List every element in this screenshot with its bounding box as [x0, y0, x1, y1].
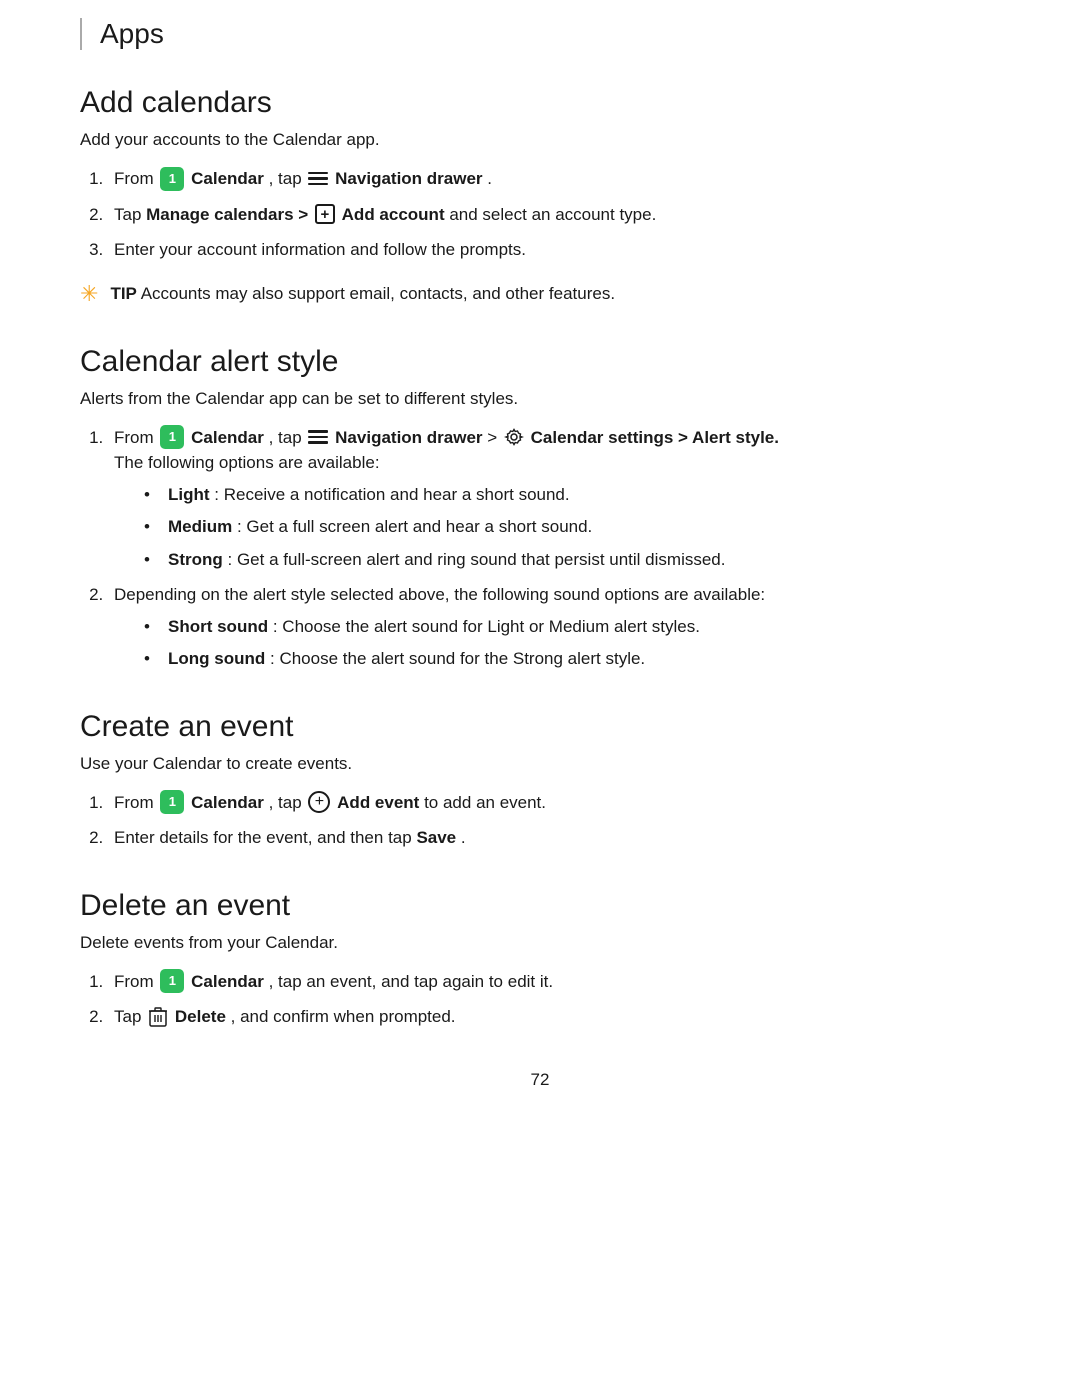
step-text: .: [461, 828, 466, 847]
step-text: , tap: [269, 169, 307, 188]
nav-drawer-label: Navigation drawer: [335, 169, 482, 188]
bullet-bold: Light: [168, 485, 210, 504]
bullet-text: : Receive a notification and hear a shor…: [214, 485, 569, 504]
calendar-icon-3: 1: [160, 790, 184, 814]
step-add-cal-1: From 1 Calendar , tap Navigation drawer …: [108, 166, 1000, 192]
step-alert-1: From 1 Calendar , tap Navigation drawer …: [108, 425, 1000, 573]
bullet-strong: Strong : Get a full-screen alert and rin…: [162, 547, 1000, 573]
tip-block: ✳ TIP Accounts may also support email, c…: [80, 281, 1000, 307]
nav-drawer-label-2: Navigation drawer: [335, 428, 482, 447]
tip-content-text: Accounts may also support email, contact…: [141, 284, 615, 303]
calendar-label-4: Calendar: [191, 972, 264, 991]
steps-add-calendars: From 1 Calendar , tap Navigation drawer …: [80, 166, 1000, 263]
section-title-add-calendars: Add calendars: [80, 86, 1000, 120]
alert-style-bullets: Light : Receive a notification and hear …: [114, 482, 1000, 573]
add-event-label: Add event: [337, 793, 419, 812]
step-text: to add an event.: [424, 793, 546, 812]
step-text: From: [114, 972, 158, 991]
bullet-text: : Choose the alert sound for the Strong …: [270, 649, 645, 668]
step-text: >: [487, 428, 502, 447]
page-title: Apps: [100, 18, 164, 49]
tip-label: TIP: [110, 284, 136, 303]
step-text: , tap: [269, 428, 307, 447]
nav-drawer-icon-2: [308, 429, 328, 445]
step-text: Tap: [114, 1007, 146, 1026]
save-label: Save: [416, 828, 456, 847]
steps-delete-event: From 1 Calendar , tap an event, and tap …: [80, 969, 1000, 1030]
section-delete-event: Delete an event Delete events from your …: [80, 889, 1000, 1030]
section-intro-alert-style: Alerts from the Calendar app can be set …: [80, 389, 1000, 409]
tip-icon: ✳: [80, 281, 98, 307]
step-text: Depending on the alert style selected ab…: [114, 585, 765, 604]
bullet-medium: Medium : Get a full screen alert and hea…: [162, 514, 1000, 540]
trash-icon: [148, 1006, 168, 1028]
page-header: Apps: [80, 18, 1000, 50]
step-alert-2: Depending on the alert style selected ab…: [108, 582, 1000, 672]
steps-alert-style: From 1 Calendar , tap Navigation drawer …: [80, 425, 1000, 672]
bullet-text: : Get a full-screen alert and ring sound…: [228, 550, 726, 569]
steps-create-event: From 1 Calendar , tap + Add event to add…: [80, 790, 1000, 851]
gear-icon: [504, 427, 524, 447]
calendar-label-2: Calendar: [191, 428, 264, 447]
calendar-label: Calendar: [191, 169, 264, 188]
bullet-short-sound: Short sound : Choose the alert sound for…: [162, 614, 1000, 640]
step-text: Enter details for the event, and then ta…: [114, 828, 416, 847]
section-calendar-alert-style: Calendar alert style Alerts from the Cal…: [80, 345, 1000, 672]
step-add-cal-2: Tap Manage calendars > + Add account and…: [108, 202, 1000, 228]
bullet-bold: Medium: [168, 517, 232, 536]
bullet-bold: Strong: [168, 550, 223, 569]
calendar-icon-4: 1: [160, 969, 184, 993]
section-title-create-event: Create an event: [80, 710, 1000, 744]
calendar-label-3: Calendar: [191, 793, 264, 812]
step-text: From: [114, 793, 158, 812]
tip-text: TIP Accounts may also support email, con…: [110, 281, 615, 307]
bullet-light: Light : Receive a notification and hear …: [162, 482, 1000, 508]
bullet-bold: Long sound: [168, 649, 265, 668]
page-number: 72: [80, 1070, 1000, 1090]
section-title-delete-event: Delete an event: [80, 889, 1000, 923]
step-text: Tap: [114, 205, 146, 224]
bullet-long-sound: Long sound : Choose the alert sound for …: [162, 646, 1000, 672]
section-intro-delete-event: Delete events from your Calendar.: [80, 933, 1000, 953]
section-intro-add-calendars: Add your accounts to the Calendar app.: [80, 130, 1000, 150]
bullet-text: : Choose the alert sound for Light or Me…: [273, 617, 700, 636]
nav-drawer-icon: [308, 171, 328, 187]
section-title-alert-style: Calendar alert style: [80, 345, 1000, 379]
sound-bullets: Short sound : Choose the alert sound for…: [114, 614, 1000, 672]
calendar-icon: 1: [160, 167, 184, 191]
page-container: Apps Add calendars Add your accounts to …: [0, 0, 1080, 1397]
delete-label: Delete: [175, 1007, 226, 1026]
step-sub-intro: The following options are available:: [114, 453, 380, 472]
step-delete-1: From 1 Calendar , tap an event, and tap …: [108, 969, 1000, 995]
step-text: From: [114, 428, 158, 447]
step-create-1: From 1 Calendar , tap + Add event to add…: [108, 790, 1000, 816]
add-account-label: Add account: [342, 205, 445, 224]
step-add-cal-3: Enter your account information and follo…: [108, 237, 1000, 263]
section-add-calendars: Add calendars Add your accounts to the C…: [80, 86, 1000, 307]
section-create-event: Create an event Use your Calendar to cre…: [80, 710, 1000, 851]
manage-calendars-label: Manage calendars >: [146, 205, 313, 224]
step-text: , tap: [269, 793, 307, 812]
add-event-icon: +: [308, 791, 330, 813]
add-account-plus-icon: +: [315, 204, 335, 224]
step-text: , and confirm when prompted.: [231, 1007, 456, 1026]
step-text: .: [487, 169, 492, 188]
step-text: Enter your account information and follo…: [114, 240, 526, 259]
calendar-icon-2: 1: [160, 425, 184, 449]
section-intro-create-event: Use your Calendar to create events.: [80, 754, 1000, 774]
calendar-settings-label: Calendar settings > Alert style.: [531, 428, 779, 447]
step-text: From: [114, 169, 158, 188]
step-delete-2: Tap Delete , and confirm when prompted.: [108, 1004, 1000, 1030]
bullet-text: : Get a full screen alert and hear a sho…: [237, 517, 592, 536]
step-create-2: Enter details for the event, and then ta…: [108, 825, 1000, 851]
step-text: and select an account type.: [449, 205, 656, 224]
step-text: , tap an event, and tap again to edit it…: [269, 972, 553, 991]
bullet-bold: Short sound: [168, 617, 268, 636]
